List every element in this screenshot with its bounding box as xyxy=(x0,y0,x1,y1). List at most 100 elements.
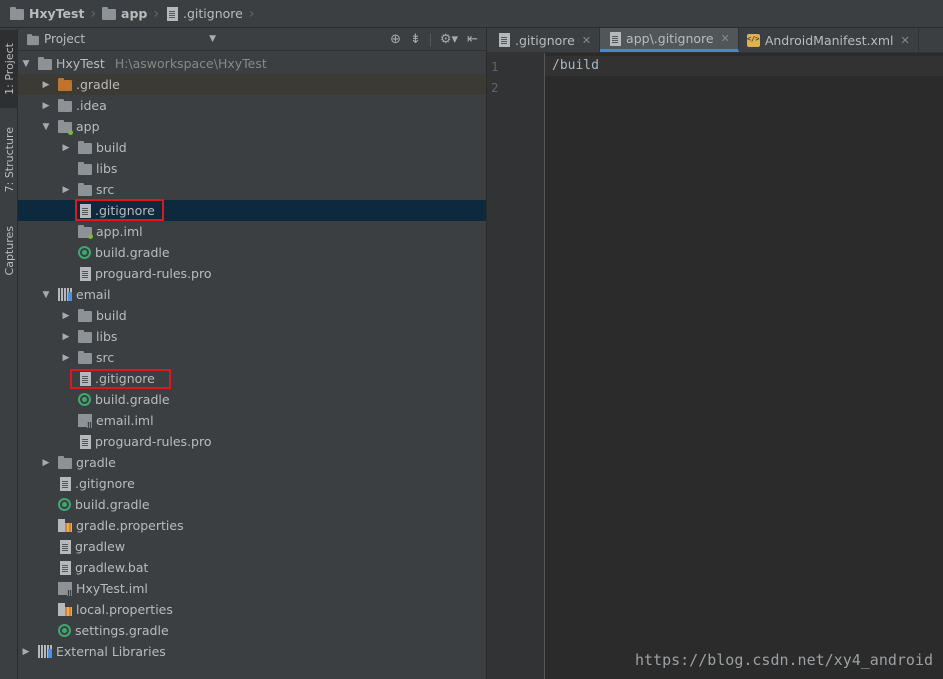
tree-node[interactable]: HxyTest.iml xyxy=(18,578,486,599)
tree-node[interactable]: .gitignore xyxy=(18,473,486,494)
tree-node-label: build.gradle xyxy=(95,392,170,407)
gradle-icon xyxy=(78,393,91,406)
tree-node[interactable]: ▶ .idea xyxy=(18,95,486,116)
tree-node-label: build xyxy=(96,308,127,323)
tree-node[interactable]: app.iml xyxy=(18,221,486,242)
tree-node[interactable]: email.iml xyxy=(18,410,486,431)
editor-tab[interactable]: .gitignore ✕ xyxy=(489,28,601,52)
collapsed-arrow-icon[interactable]: ▶ xyxy=(61,185,71,195)
tree-node[interactable]: ▶ src xyxy=(18,347,486,368)
line-number: 1 xyxy=(491,59,499,74)
editor-tab[interactable]: AndroidManifest.xml ✕ xyxy=(739,28,919,52)
code-line[interactable]: /build xyxy=(552,58,599,73)
tree-node[interactable]: ▶ gradle xyxy=(18,452,486,473)
folder-icon xyxy=(38,57,52,70)
text-file-icon xyxy=(80,203,91,218)
tree-node[interactable]: build.gradle xyxy=(18,242,486,263)
tree-node-label: settings.gradle xyxy=(75,623,169,638)
expanded-arrow-icon[interactable]: ▼ xyxy=(21,59,31,69)
library-icon xyxy=(58,288,72,301)
tree-node-label: .gitignore xyxy=(95,203,155,218)
tree-node[interactable]: build.gradle xyxy=(18,494,486,515)
collapsed-arrow-icon[interactable]: ▶ xyxy=(61,353,71,363)
tree-node[interactable]: ▶ build xyxy=(18,137,486,158)
tree-node[interactable]: ▶ src xyxy=(18,179,486,200)
tree-node[interactable]: settings.gradle xyxy=(18,620,486,641)
tree-node-label: build xyxy=(96,140,127,155)
tree-node-label: .idea xyxy=(76,98,107,113)
expanded-arrow-icon[interactable]: ▼ xyxy=(41,290,51,300)
tree-node-label: email xyxy=(76,287,111,302)
tree-node[interactable]: ▶ build xyxy=(18,305,486,326)
collapsed-arrow-icon[interactable]: ▶ xyxy=(41,458,51,468)
editor-tab-label: .gitignore xyxy=(515,32,575,48)
code-area[interactable]: /build xyxy=(545,53,943,679)
tree-node[interactable]: ▼ app xyxy=(18,116,486,137)
tree-node[interactable]: gradlew.bat xyxy=(18,557,486,578)
text-file-icon xyxy=(60,560,71,575)
project-panel: Project ▼ ⊕ ⇟ ⚙▾ ⇤ ▼ HxyTest H:\asworkspac… xyxy=(18,28,487,679)
tree-node[interactable]: ▶ External Libraries xyxy=(18,641,486,662)
module-folder-icon xyxy=(102,7,117,20)
close-icon[interactable]: ✕ xyxy=(582,34,591,47)
breadcrumb-item[interactable]: HxyTest xyxy=(6,0,88,28)
properties-file-icon xyxy=(58,603,72,616)
library-icon xyxy=(38,645,52,658)
project-panel-header: Project ▼ ⊕ ⇟ ⚙▾ ⇤ xyxy=(18,28,486,51)
project-view-icon xyxy=(27,33,39,45)
hide-icon[interactable]: ⇤ xyxy=(467,32,478,47)
collapsed-arrow-icon[interactable]: ▶ xyxy=(61,332,71,342)
tree-node[interactable]: libs xyxy=(18,158,486,179)
tool-tab-captures-label: Captures xyxy=(2,226,16,276)
breadcrumb-label: app xyxy=(121,6,148,21)
folder-icon xyxy=(78,162,92,175)
tree-node-label: HxyTest.iml xyxy=(76,581,148,596)
gradle-icon xyxy=(58,498,71,511)
tree-node[interactable]: ▶ .gradle xyxy=(18,74,486,95)
tree-node[interactable]: .gitignore xyxy=(18,200,486,221)
collapse-icon[interactable]: ⇟ xyxy=(410,32,421,47)
file-icon xyxy=(167,6,178,21)
tree-node[interactable]: ▶ libs xyxy=(18,326,486,347)
tool-window-stripe: 1: Project 7: Structure Captures xyxy=(0,28,18,679)
collapsed-arrow-icon[interactable]: ▶ xyxy=(41,80,51,90)
expanded-arrow-icon[interactable]: ▼ xyxy=(41,122,51,132)
project-path: H:\asworkspace\HxyTest xyxy=(114,56,267,71)
collapsed-arrow-icon[interactable]: ▶ xyxy=(61,311,71,321)
folder-icon xyxy=(78,351,92,364)
module-file-icon xyxy=(58,582,73,596)
editor-tab[interactable]: app\.gitignore ✕ xyxy=(600,28,739,52)
tool-tab-structure[interactable]: 7: Structure xyxy=(0,120,18,200)
view-selector-label: Project xyxy=(44,32,86,46)
tree-node[interactable]: local.properties xyxy=(18,599,486,620)
tree-node[interactable]: gradlew xyxy=(18,536,486,557)
tree-node[interactable]: build.gradle xyxy=(18,389,486,410)
view-selector-dropdown[interactable]: Project ▼ xyxy=(26,32,216,46)
tree-node[interactable]: ▼ HxyTest H:\asworkspace\HxyTest xyxy=(18,53,486,74)
properties-file-icon xyxy=(58,519,72,532)
close-icon[interactable]: ✕ xyxy=(721,32,730,45)
tool-tab-captures[interactable]: Captures xyxy=(0,216,18,286)
tree-node[interactable]: .gitignore xyxy=(18,368,486,389)
tree-node[interactable]: proguard-rules.pro xyxy=(18,431,486,452)
breadcrumb-item[interactable]: .gitignore xyxy=(161,0,247,28)
target-icon[interactable]: ⊕ xyxy=(390,32,401,47)
tree-node-label: libs xyxy=(96,329,118,344)
tree-node-label: proguard-rules.pro xyxy=(95,266,212,281)
tool-tab-project[interactable]: 1: Project xyxy=(0,30,18,108)
tree-node[interactable]: ▼ email xyxy=(18,284,486,305)
text-file-icon xyxy=(60,476,71,491)
project-folder-icon xyxy=(10,7,24,20)
tree-node[interactable]: proguard-rules.pro xyxy=(18,263,486,284)
excluded-folder-icon xyxy=(58,78,72,91)
close-icon[interactable]: ✕ xyxy=(901,34,910,47)
breadcrumb-item[interactable]: app xyxy=(98,0,151,28)
collapsed-arrow-icon[interactable]: ▶ xyxy=(21,647,31,657)
xml-file-icon xyxy=(746,33,760,47)
gear-icon[interactable]: ⚙▾ xyxy=(440,32,458,47)
collapsed-arrow-icon[interactable]: ▶ xyxy=(61,143,71,153)
folder-icon xyxy=(78,183,92,196)
tree-node-label: email.iml xyxy=(96,413,154,428)
collapsed-arrow-icon[interactable]: ▶ xyxy=(41,101,51,111)
tree-node[interactable]: gradle.properties xyxy=(18,515,486,536)
